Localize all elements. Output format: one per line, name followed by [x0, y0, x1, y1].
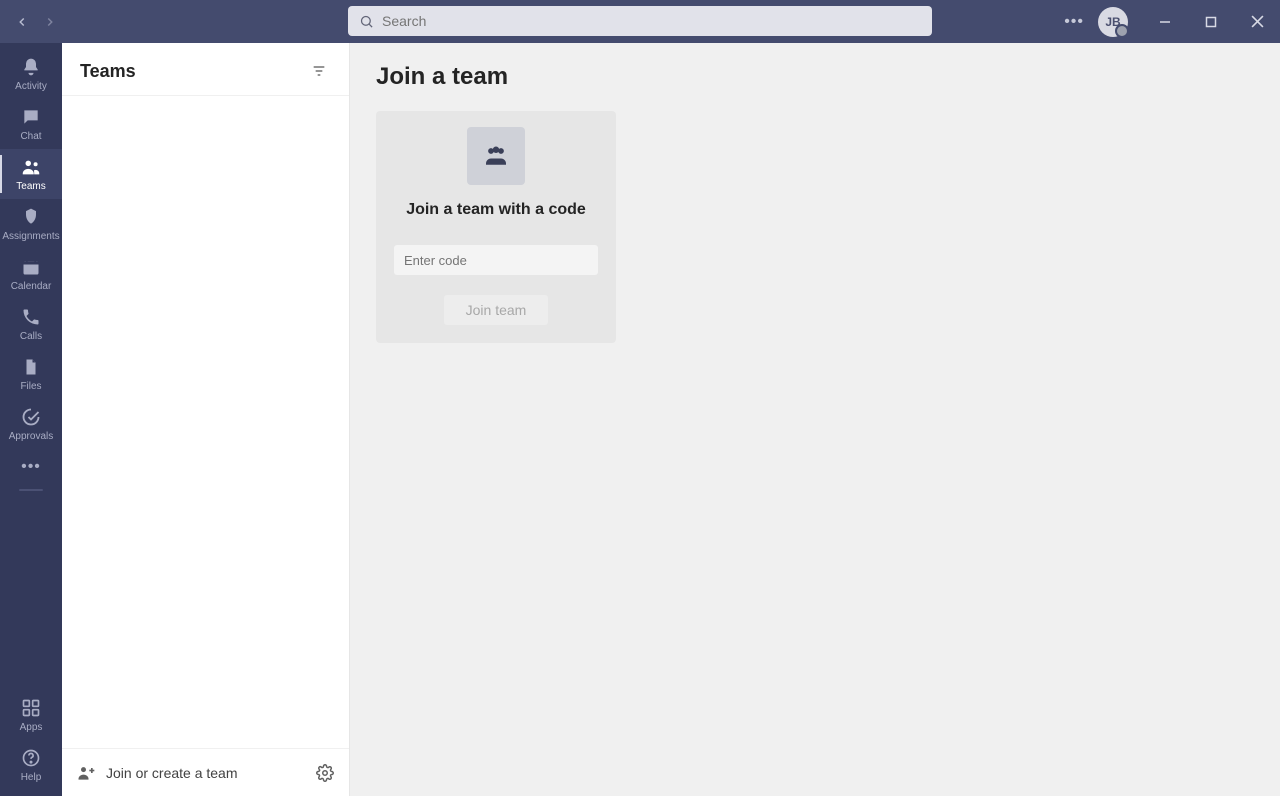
teams-panel-title: Teams: [80, 61, 136, 82]
forward-button[interactable]: [42, 14, 58, 30]
maximize-button[interactable]: [1188, 0, 1234, 43]
minimize-button[interactable]: [1142, 0, 1188, 43]
apps-icon: [20, 697, 42, 719]
calendar-icon: [20, 256, 42, 278]
rail-separator: [19, 489, 43, 491]
rail-item-calls[interactable]: Calls: [0, 299, 62, 349]
content-area: Join a team Join a team with a code Join…: [350, 43, 1280, 796]
bell-icon: [20, 56, 42, 78]
search-box[interactable]: [348, 6, 932, 36]
titlebar-right: ••• JB: [1054, 0, 1280, 43]
rail-label: Approvals: [9, 431, 53, 442]
rail-label: Chat: [20, 131, 41, 142]
page-heading: Join a team: [376, 63, 1254, 91]
title-bar: ••• JB: [0, 0, 1280, 43]
files-icon: [20, 356, 42, 378]
join-team-button[interactable]: Join team: [444, 295, 549, 325]
main-area: Activity Chat Teams Assignments Calendar: [0, 43, 1280, 796]
rail-more-button[interactable]: •••: [0, 449, 62, 485]
rail-label: Help: [21, 772, 42, 783]
rail-bottom: Apps Help: [0, 690, 62, 796]
rail-label: Files: [20, 381, 41, 392]
rail-label: Activity: [15, 81, 47, 92]
filter-button[interactable]: [307, 59, 331, 83]
teams-panel: Teams Join or create a team: [62, 43, 350, 796]
rail-item-files[interactable]: Files: [0, 349, 62, 399]
avatar[interactable]: JB: [1098, 7, 1128, 37]
app-rail: Activity Chat Teams Assignments Calendar: [0, 43, 62, 796]
settings-button[interactable]: [315, 763, 335, 783]
join-create-team-link[interactable]: Join or create a team: [106, 765, 238, 781]
rail-item-approvals[interactable]: Approvals: [0, 399, 62, 449]
rail-label: Teams: [16, 181, 45, 192]
join-create-icon: [76, 763, 96, 783]
rail-label: Calls: [20, 331, 42, 342]
search-input[interactable]: [382, 13, 922, 29]
rail-label: Assignments: [2, 231, 59, 242]
rail-item-calendar[interactable]: Calendar: [0, 249, 62, 299]
join-team-card: Join a team with a code Join team: [376, 111, 616, 343]
search-icon: [358, 13, 374, 29]
card-title: Join a team with a code: [406, 201, 586, 219]
rail-item-activity[interactable]: Activity: [0, 49, 62, 99]
rail-label: Apps: [20, 722, 43, 733]
teams-panel-footer: Join or create a team: [62, 748, 349, 796]
approvals-icon: [20, 406, 42, 428]
teams-icon: [20, 156, 42, 178]
team-code-input[interactable]: [394, 245, 598, 275]
rail-label: Calendar: [11, 281, 52, 292]
rail-item-help[interactable]: Help: [0, 740, 62, 790]
history-nav: [0, 14, 58, 30]
back-button[interactable]: [14, 14, 30, 30]
calls-icon: [20, 306, 42, 328]
chat-icon: [20, 106, 42, 128]
teams-panel-header: Teams: [62, 43, 349, 96]
more-options-button[interactable]: •••: [1054, 13, 1094, 31]
assignments-icon: [20, 206, 42, 228]
close-button[interactable]: [1234, 0, 1280, 43]
rail-item-chat[interactable]: Chat: [0, 99, 62, 149]
rail-item-teams[interactable]: Teams: [0, 149, 62, 199]
window-controls: [1142, 0, 1280, 43]
help-icon: [20, 747, 42, 769]
teams-list: [62, 96, 349, 748]
rail-item-apps[interactable]: Apps: [0, 690, 62, 740]
rail-item-assignments[interactable]: Assignments: [0, 199, 62, 249]
team-tile-icon: [467, 127, 525, 185]
